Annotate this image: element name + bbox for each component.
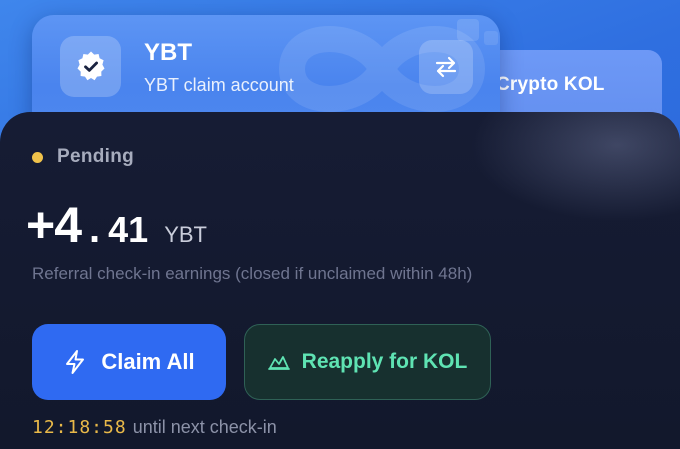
countdown-text: until next check-in [132, 417, 277, 437]
status-row: Pending [32, 146, 134, 168]
reapply-kol-button[interactable]: Reapply for KOL [244, 324, 491, 400]
earnings-description: Referral check-in earnings (closed if un… [32, 264, 473, 283]
amount-unit: YBT [164, 222, 207, 247]
amount-decimal: 41 [108, 209, 149, 250]
lightning-icon [63, 349, 87, 375]
account-title: YBT [144, 39, 192, 66]
account-subtitle: YBT claim account [144, 75, 294, 95]
earnings-amount: +4 . 41 YBT [26, 196, 207, 254]
claim-all-label: Claim All [101, 349, 195, 374]
check-badge-icon [77, 51, 104, 80]
reapply-kol-label: Reapply for KOL [301, 350, 468, 373]
status-label: Pending [57, 146, 135, 167]
switch-account-button[interactable] [419, 40, 473, 94]
claim-all-button[interactable]: Claim All [32, 324, 226, 400]
kol-account-label: Crypto KOL [496, 74, 605, 95]
status-dot [32, 151, 43, 163]
amount-separator: . [89, 207, 101, 251]
ybt-logo [60, 36, 121, 97]
chart-peak-icon [267, 354, 290, 370]
panel-glow-decoration [470, 112, 680, 222]
amount-integer: +4 [26, 197, 82, 253]
checkin-countdown: 12:18:58 until next check-in [32, 417, 277, 438]
countdown-time: 12:18:58 [32, 417, 127, 438]
swap-arrows-icon [435, 56, 457, 78]
earnings-panel: Pending +4 . 41 YBT Referral check-in ea… [0, 112, 680, 449]
